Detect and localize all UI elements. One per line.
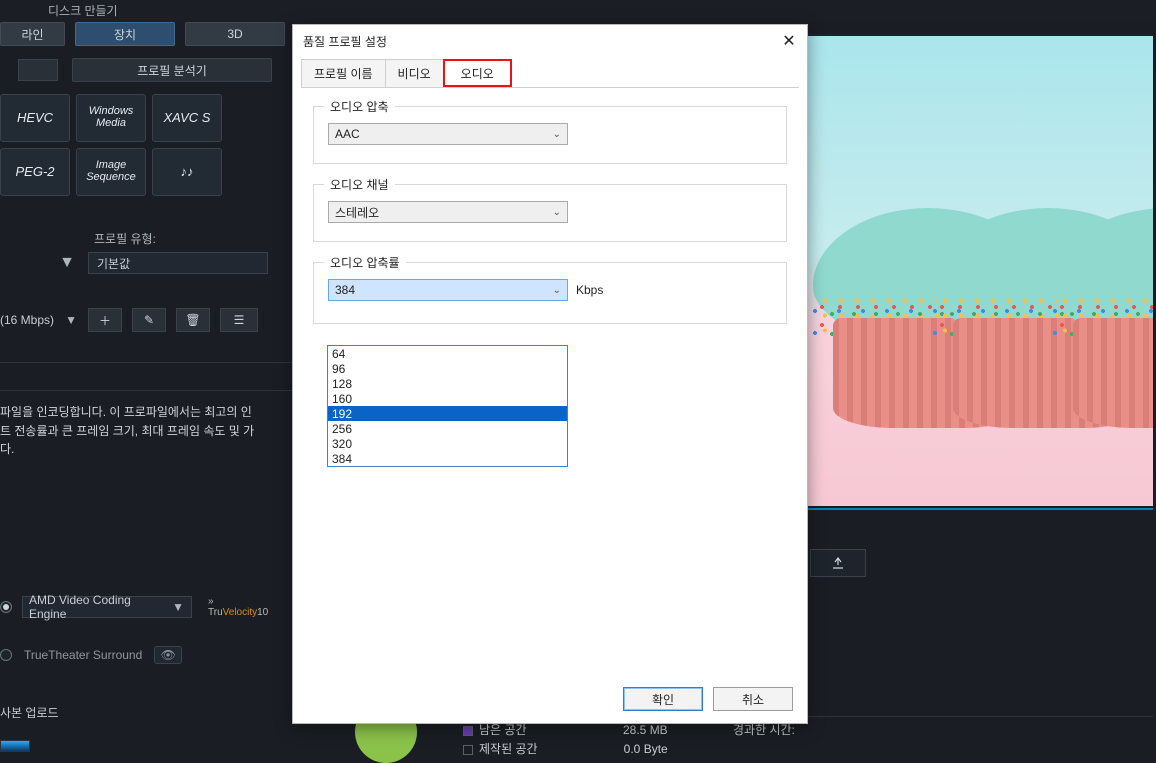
kbps-unit: Kbps [576, 283, 603, 297]
bitrate-option-128[interactable]: 128 [328, 376, 567, 391]
export-button[interactable] [810, 549, 866, 577]
dialog-title: 품질 프로필 설정 [303, 33, 387, 50]
truetheater-radio[interactable] [0, 649, 12, 661]
encoder-radio[interactable] [0, 601, 12, 613]
truvelocity-logo: »TruVelocity10 [208, 596, 268, 618]
info-labels: 남은 공간 제작된 공간 [463, 721, 538, 759]
list-button[interactable]: ☰ [220, 308, 258, 332]
export-icon [830, 555, 846, 571]
audio-bitrate-select[interactable]: 384⌄ [328, 279, 568, 301]
codec-hevc[interactable]: HEVC [0, 94, 70, 142]
info-values: 28.5 MB 0.0 Byte [623, 721, 668, 759]
analyzer-icon[interactable] [18, 59, 58, 81]
profile-type-label: 프로필 유형: [94, 230, 156, 247]
bitrate-option-64[interactable]: 64 [328, 346, 567, 361]
profile-description: 파일을 인코딩합니다. 이 프로파일에서는 최고의 인 트 전송률과 큰 프레임… [0, 403, 320, 459]
bitrate-option-320[interactable]: 320 [328, 436, 567, 451]
eye-icon[interactable]: 👁 [154, 646, 182, 664]
tab-online[interactable]: 라인 [0, 22, 65, 46]
edit-button[interactable]: ✎ [132, 308, 166, 332]
tab-device[interactable]: 장치 [75, 22, 175, 46]
ok-button[interactable]: 확인 [623, 687, 703, 711]
encoder-select[interactable]: AMD Video Coding Engine▼ [22, 596, 192, 618]
bitrate-option-160[interactable]: 160 [328, 391, 567, 406]
audio-codec-legend: 오디오 압축 [324, 98, 395, 115]
audio-bitrate-legend: 오디오 압축률 [324, 254, 406, 271]
audio-channel-select[interactable]: 스테레오⌄ [328, 201, 568, 223]
audio-bitrate-dropdown[interactable]: 6496128160192256320384 [327, 345, 568, 467]
bitrate-option-96[interactable]: 96 [328, 361, 567, 376]
tab-profile-name[interactable]: 프로필 이름 [301, 59, 386, 87]
audio-codec-select[interactable]: AAC⌄ [328, 123, 568, 145]
chevron-down-icon[interactable]: ▼ [60, 256, 74, 270]
audio-channel-legend: 오디오 채널 [324, 176, 395, 193]
bitrate-option-192[interactable]: 192 [328, 406, 567, 421]
profile-analyzer-button[interactable]: 프로필 분석기 [72, 58, 272, 82]
codec-mpeg2[interactable]: PEG-2 [0, 148, 70, 196]
truetheater-label: TrueTheater Surround [24, 648, 142, 662]
quality-profile-dialog: 품질 프로필 설정 ✕ 프로필 이름 비디오 오디오 오디오 압축 AAC⌄ 오… [292, 24, 808, 724]
codec-wmv[interactable]: Windows Media [76, 94, 146, 142]
upload-copy-label: 사본 업로드 [0, 704, 59, 721]
profile-type-select[interactable]: 기본값 [88, 252, 268, 274]
bitrate-option-384[interactable]: 384 [328, 451, 567, 466]
tab-video[interactable]: 비디오 [385, 59, 444, 87]
tab-audio[interactable]: 오디오 [443, 59, 512, 87]
cancel-button[interactable]: 취소 [713, 687, 793, 711]
chevron-down-icon[interactable]: ▼ [64, 313, 78, 327]
menu-disk[interactable]: 디스크 만들기 [48, 2, 118, 19]
codec-xavcs[interactable]: XAVC S [152, 94, 222, 142]
bitrate-text: (16 Mbps) [0, 313, 54, 327]
tab-3d[interactable]: 3D [185, 22, 285, 46]
close-button[interactable]: ✕ [777, 29, 801, 53]
delete-button[interactable]: 🗑 [176, 308, 210, 332]
codec-audio[interactable]: ♪♪ [152, 148, 222, 196]
codec-image-seq[interactable]: Image Sequence [76, 148, 146, 196]
fast-render-swatch [0, 740, 30, 752]
bitrate-option-256[interactable]: 256 [328, 421, 567, 436]
add-button[interactable]: ＋ [88, 308, 122, 332]
